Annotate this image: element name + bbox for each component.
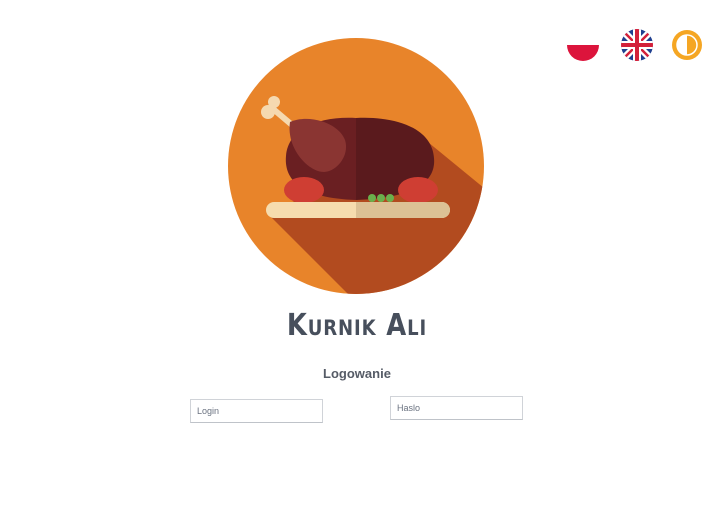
app-title: Kurnik Ali	[286, 308, 428, 343]
contrast-icon[interactable]	[670, 28, 704, 62]
login-page: Kurnik Ali Logowanie	[0, 0, 714, 505]
roast-chicken-logo	[228, 38, 484, 294]
poland-flag-icon[interactable]	[566, 28, 600, 62]
password-input[interactable]	[390, 396, 523, 420]
login-input[interactable]	[190, 399, 323, 423]
top-controls	[564, 28, 706, 64]
uk-flag-icon[interactable]	[620, 28, 654, 62]
login-heading: Logowanie	[323, 366, 391, 381]
